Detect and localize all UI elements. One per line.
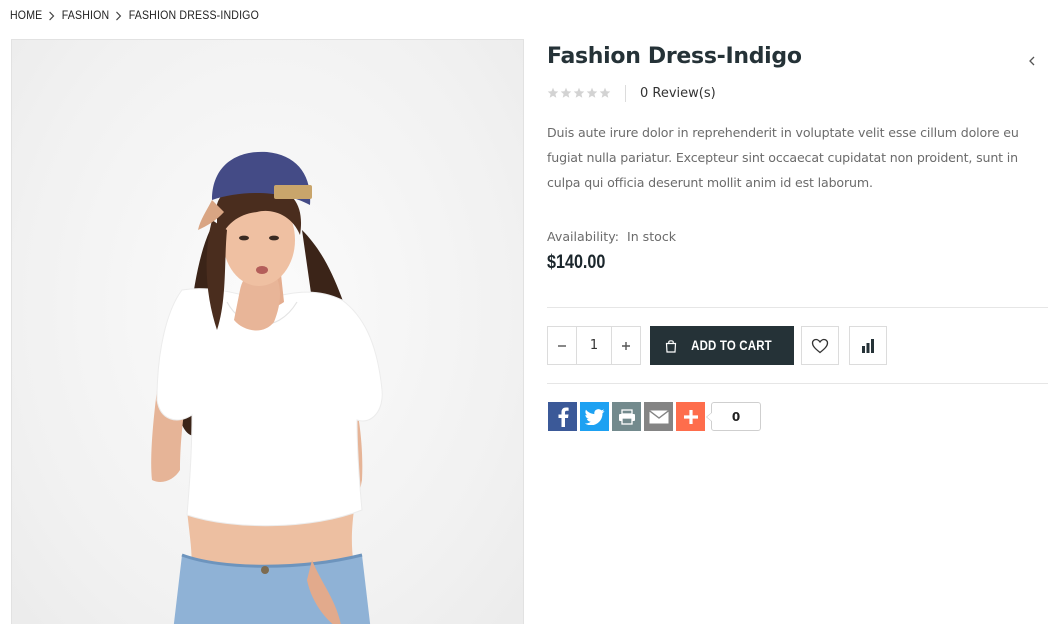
divider <box>547 383 1048 384</box>
breadcrumb-current: FASHION DRESS-INDIGO <box>128 8 259 22</box>
share-count: 0 <box>706 402 761 431</box>
divider <box>547 307 1048 308</box>
plus-icon <box>683 409 698 424</box>
printer-icon <box>618 408 635 425</box>
heart-icon <box>811 338 829 353</box>
star-icon <box>560 87 572 98</box>
product-image[interactable] <box>11 39 524 624</box>
twitter-share-button[interactable] <box>580 402 609 431</box>
share-bar: 0 <box>548 402 761 431</box>
bar-chart-icon <box>862 338 874 353</box>
breadcrumb: HOME FASHION FASHION DRESS-INDIGO <box>10 7 259 23</box>
compare-button[interactable] <box>849 326 887 365</box>
rating-row: 0 Review(s) <box>547 84 716 102</box>
chevron-right-icon <box>109 8 128 22</box>
shopping-bag-icon <box>665 339 677 353</box>
product-title: Fashion Dress-Indigo <box>547 44 802 69</box>
print-share-button[interactable] <box>612 402 641 431</box>
product-description: Duis aute irure dolor in reprehenderit i… <box>547 125 1019 190</box>
quantity-input[interactable]: 1 <box>576 327 612 364</box>
facebook-share-button[interactable] <box>548 402 577 431</box>
decrease-quantity-button[interactable] <box>548 327 576 364</box>
twitter-icon <box>584 408 604 425</box>
star-icon <box>573 87 585 98</box>
increase-quantity-button[interactable] <box>612 327 640 364</box>
availability: Availability: In stock <box>547 229 676 244</box>
divider <box>625 84 626 102</box>
email-share-button[interactable] <box>644 402 673 431</box>
facebook-icon <box>558 407 569 427</box>
chevron-left-icon[interactable] <box>1026 52 1038 66</box>
add-to-cart-button[interactable]: ADD TO CART <box>650 326 794 365</box>
star-icon <box>547 87 559 98</box>
add-to-cart-label: ADD TO CART <box>691 338 772 353</box>
availability-label: Availability: <box>547 229 619 244</box>
breadcrumb-fashion[interactable]: FASHION <box>62 8 110 22</box>
quantity-stepper: 1 <box>547 326 641 365</box>
availability-value: In stock <box>626 229 677 244</box>
chevron-right-icon <box>42 8 61 22</box>
star-icon <box>599 87 611 98</box>
minus-icon <box>558 344 566 347</box>
breadcrumb-home[interactable]: HOME <box>10 8 42 22</box>
reviews-link[interactable]: 0 Review(s) <box>640 86 716 101</box>
envelope-icon <box>648 409 669 423</box>
addthis-share-button[interactable] <box>676 402 705 431</box>
plus-icon <box>622 341 630 350</box>
star-rating <box>547 87 611 99</box>
wishlist-button[interactable] <box>801 326 839 365</box>
star-icon <box>586 87 598 98</box>
product-price: $140.00 <box>547 252 606 273</box>
